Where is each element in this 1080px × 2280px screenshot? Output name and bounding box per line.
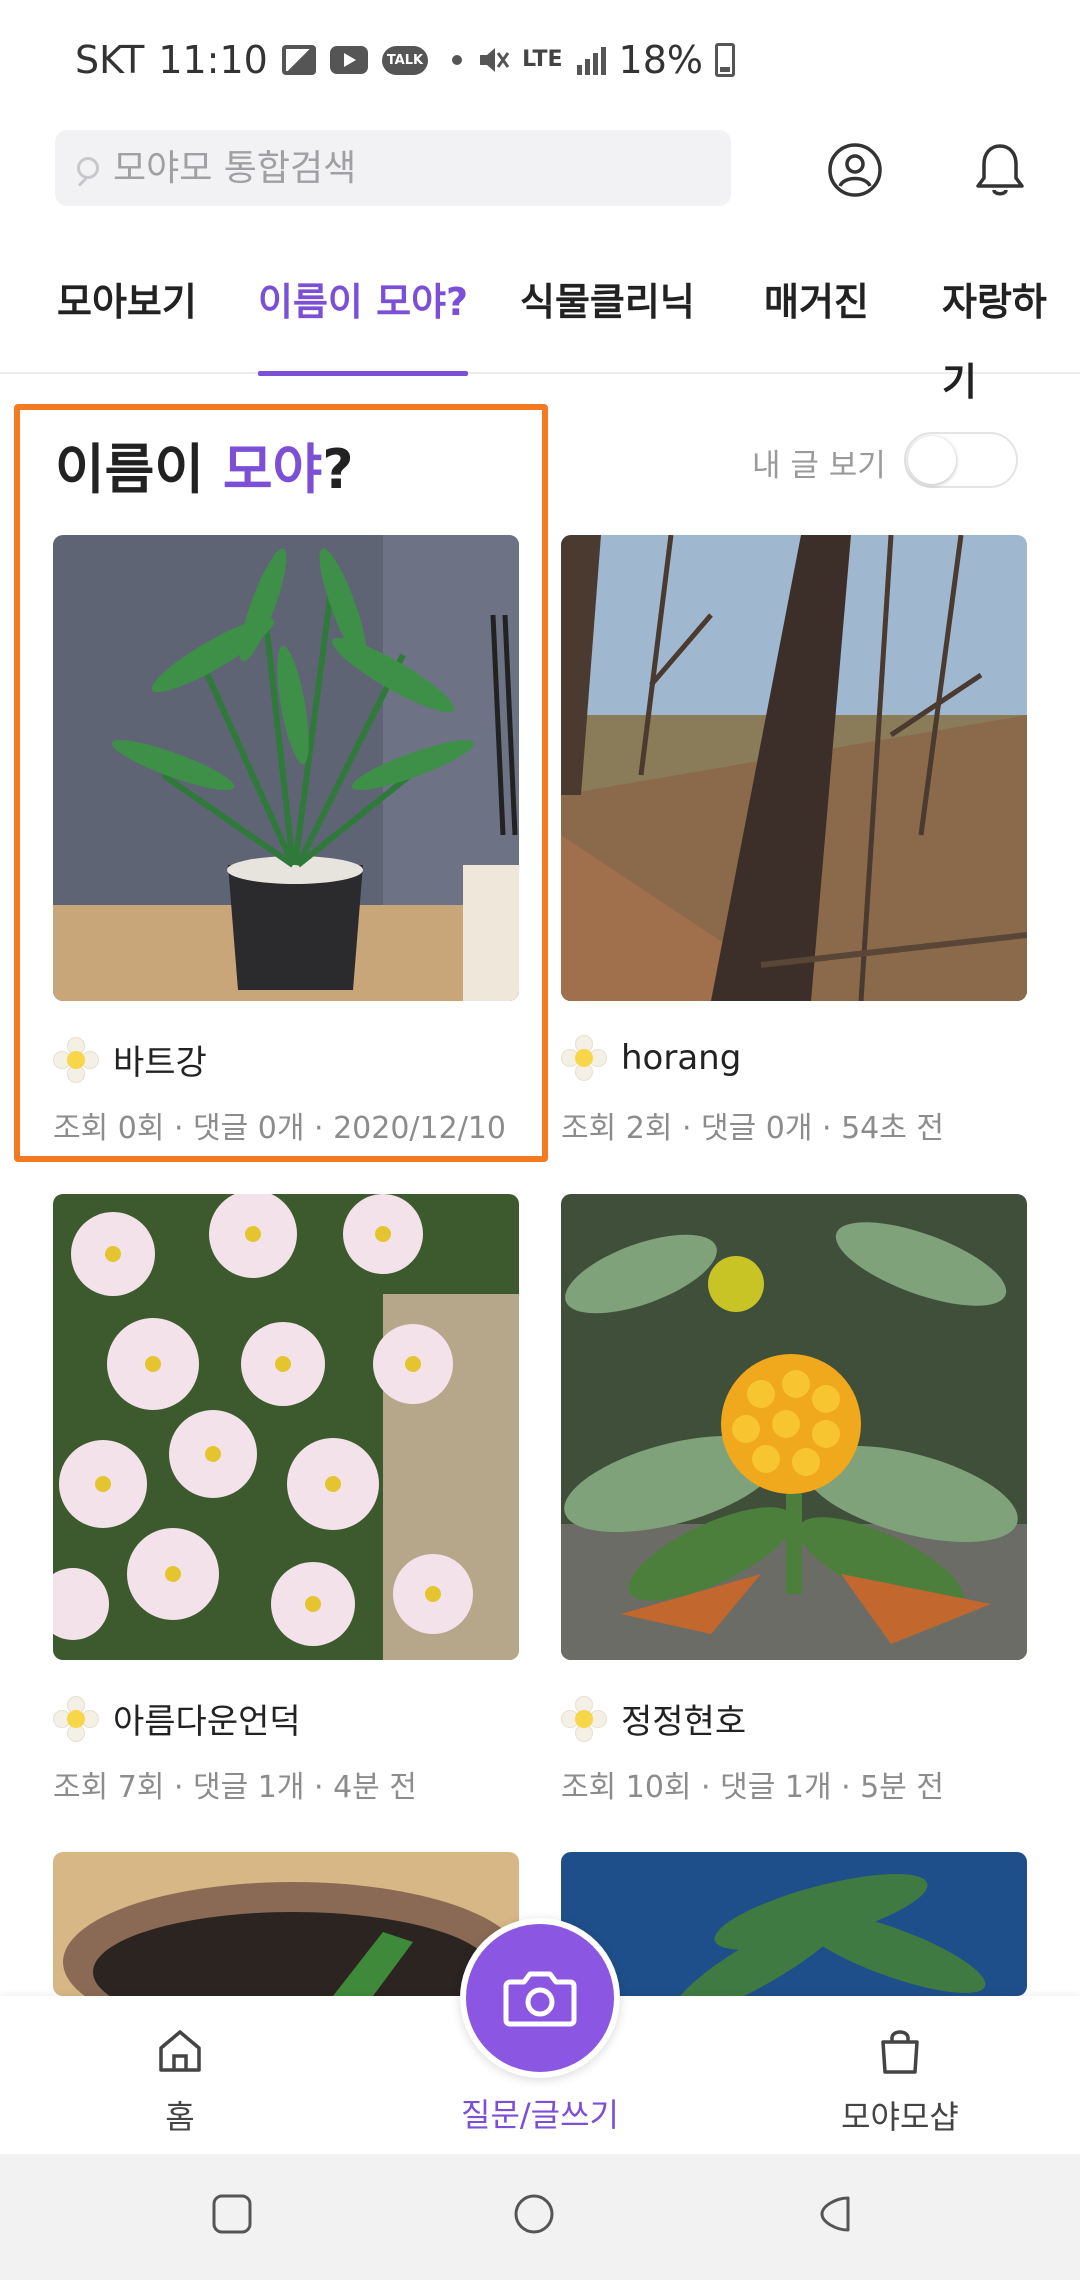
- battery-icon: [715, 43, 735, 77]
- status-right: LTE 18%: [476, 38, 735, 82]
- post-card[interactable]: 정정현호 조회 10회 · 댓글 1개 · 5분 전: [561, 1194, 1027, 1805]
- status-bar: SKT 11:10 TALK LTE 18%: [0, 0, 1080, 120]
- nav-shop-label: 모야모샵: [841, 2098, 959, 2136]
- post-photo[interactable]: [53, 535, 519, 1001]
- pink-flowers-photo: [53, 1194, 519, 1660]
- toggle-knob: [908, 436, 956, 484]
- category-tabs: 모아보기 이름이 모야? 식물클리닉 매거진 자랑하기: [0, 262, 1080, 404]
- user-profile-icon: [828, 143, 882, 197]
- post-meta: 조회 2회 · 댓글 0개 · 54초 전: [561, 1111, 944, 1146]
- post-meta: 조회 7회 · 댓글 1개 · 4분 전: [53, 1770, 417, 1805]
- post-card[interactable]: [561, 1852, 1027, 1996]
- home-icon: [159, 2030, 201, 2072]
- nav-write[interactable]: 질문/글쓰기: [440, 2082, 640, 2136]
- yellow-succulent-flower-photo: [561, 1194, 1027, 1660]
- camera-button[interactable]: [460, 1918, 620, 2078]
- post-photo[interactable]: [561, 535, 1027, 1001]
- nav-home[interactable]: 홈: [80, 2026, 280, 2138]
- post-card[interactable]: horang 조회 2회 · 댓글 0개 · 54초 전: [561, 535, 1027, 1146]
- post-card[interactable]: [53, 1852, 519, 1996]
- post-meta: 조회 0회 · 댓글 0개 · 2020/12/10: [53, 1111, 506, 1146]
- back-icon: [820, 2196, 850, 2232]
- more-notifications-dot-icon: [452, 55, 463, 65]
- tab-show-off[interactable]: 자랑하기: [942, 262, 1080, 404]
- tab-plant-clinic[interactable]: 식물클리닉: [520, 262, 695, 374]
- tab-magazine[interactable]: 매거진: [764, 262, 869, 374]
- potted-cactus-photo: [53, 1852, 519, 1996]
- search-bar[interactable]: [55, 130, 731, 206]
- section-title-accent: 모야: [222, 438, 323, 501]
- post-photo[interactable]: [561, 1194, 1027, 1660]
- mute-icon: [480, 48, 510, 72]
- post-photo[interactable]: [561, 1852, 1027, 1996]
- post-author[interactable]: 정정현호: [561, 1694, 746, 1743]
- system-nav-bar: [0, 2154, 1080, 2280]
- home-circle-icon: [514, 2194, 554, 2234]
- post-author-name: horang: [621, 1038, 742, 1078]
- youtube-notification-icon: [329, 46, 368, 74]
- camera-icon: [503, 1971, 577, 2027]
- status-left: SKT 11:10 TALK: [75, 38, 463, 82]
- user-level-flower-icon: [53, 1695, 99, 1742]
- tab-moabogi[interactable]: 모아보기: [57, 262, 197, 374]
- bell-icon: [976, 144, 1024, 196]
- potted-palm-photo: [53, 535, 519, 1001]
- user-level-flower-icon: [561, 1695, 607, 1742]
- clock-time: 11:10: [158, 38, 268, 82]
- post-author-name: 정정현호: [621, 1702, 747, 1742]
- my-posts-toggle[interactable]: [904, 432, 1018, 488]
- battery-percent: 18%: [618, 38, 703, 82]
- post-card[interactable]: 바트강 조회 0회 · 댓글 0개 · 2020/12/10: [53, 535, 519, 1146]
- post-meta: 조회 10회 · 댓글 1개 · 5분 전: [561, 1770, 944, 1805]
- recent-apps-icon: [212, 2194, 252, 2234]
- section-title-prefix: 이름이: [55, 438, 223, 501]
- post-photo[interactable]: [53, 1852, 519, 1996]
- signal-strength-icon: [576, 47, 606, 75]
- leafy-plant-photo: [561, 1852, 1027, 1996]
- nav-shop[interactable]: 모야모샵: [800, 2026, 1000, 2138]
- network-type-label: LTE: [522, 47, 563, 72]
- nav-home-label: 홈: [165, 2098, 195, 2136]
- search-icon: [77, 157, 99, 179]
- post-author-name: 아름다운언덕: [113, 1702, 301, 1742]
- home-system-button[interactable]: [512, 2192, 562, 2242]
- tab-name-question[interactable]: 이름이 모야?: [258, 262, 469, 376]
- my-posts-label: 내 글 보기: [752, 448, 886, 484]
- post-card[interactable]: 아름다운언덕 조회 7회 · 댓글 1개 · 4분 전: [53, 1194, 519, 1805]
- notifications-button[interactable]: [970, 140, 1030, 200]
- nav-write-label: 질문/글쓰기: [461, 2096, 619, 2134]
- post-author[interactable]: 아름다운언덕: [53, 1694, 301, 1743]
- post-author[interactable]: horang: [561, 1035, 741, 1081]
- shopping-bag-icon: [881, 2030, 919, 2074]
- gallery-notification-icon: [281, 45, 316, 75]
- section-title: 이름이 모야?: [55, 425, 354, 504]
- back-button[interactable]: [814, 2192, 864, 2242]
- section-title-suffix: ?: [322, 438, 354, 501]
- user-level-flower-icon: [53, 1036, 99, 1083]
- post-author-name: 바트강: [113, 1043, 207, 1083]
- post-photo[interactable]: [53, 1194, 519, 1660]
- kakaotalk-notification-icon: TALK: [381, 45, 429, 75]
- user-level-flower-icon: [561, 1035, 607, 1081]
- search-input[interactable]: [113, 147, 673, 189]
- recent-apps-button[interactable]: [210, 2192, 260, 2242]
- forest-trees-photo: [561, 535, 1027, 1001]
- post-author[interactable]: 바트강: [53, 1035, 207, 1084]
- carrier-label: SKT: [75, 38, 145, 82]
- profile-button[interactable]: [825, 140, 885, 200]
